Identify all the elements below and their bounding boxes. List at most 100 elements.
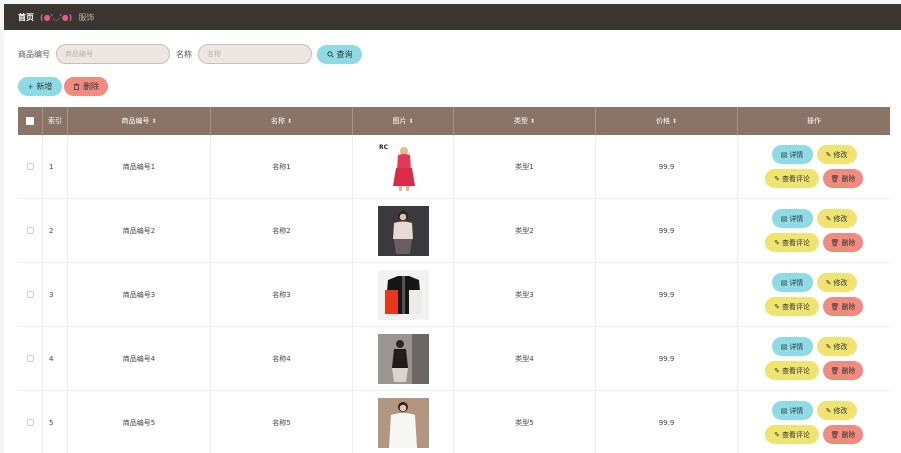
delete-row-button[interactable]: 🗑 删除: [823, 297, 863, 316]
row-select-cell[interactable]: [18, 263, 43, 326]
delete-row-button[interactable]: 🗑 删除: [823, 361, 863, 380]
product-image[interactable]: [377, 333, 429, 384]
index-value: 5: [49, 418, 54, 427]
cell-code: 商品编号4: [68, 327, 211, 390]
price-value: 99.9: [658, 226, 675, 235]
detail-button[interactable]: ▤ 详情: [771, 145, 813, 164]
product-image[interactable]: [377, 397, 429, 448]
detail-button[interactable]: ▤ 详情: [771, 337, 813, 356]
cell-price: 99.9: [596, 135, 738, 198]
type-value: 类型4: [515, 354, 534, 363]
sort-icon[interactable]: ⬍: [408, 118, 413, 125]
code-search-input[interactable]: [56, 44, 170, 64]
review-label: 查看评论: [781, 238, 810, 247]
document-icon: ▤: [780, 406, 788, 415]
add-label: 新增: [36, 82, 53, 91]
row-select-cell[interactable]: [18, 327, 43, 390]
header-price[interactable]: 价格 ⬍: [596, 107, 738, 135]
cell-index: 1: [43, 135, 68, 198]
view-reviews-button[interactable]: ✎ 查看评论: [765, 233, 819, 252]
row-checkbox[interactable]: [26, 291, 34, 298]
row-select-cell[interactable]: [18, 391, 43, 453]
sort-icon[interactable]: ⬍: [287, 118, 292, 125]
index-value: 1: [49, 162, 54, 171]
row-checkbox[interactable]: [26, 355, 34, 362]
trash-icon: 🗑: [830, 174, 840, 183]
row-select-cell[interactable]: [18, 199, 43, 262]
table-row: 4 商品编号4 名称4 类型4 99.9 ▤ 详情 ✎ 修改 ✎ 查看评论 🗑 删除: [18, 327, 890, 391]
view-reviews-button[interactable]: ✎ 查看评论: [765, 169, 819, 188]
sort-icon[interactable]: ⬍: [151, 118, 156, 125]
cell-price: 99.9: [596, 327, 738, 390]
cell-price: 99.9: [596, 391, 738, 453]
edit-label: 修改: [833, 342, 848, 351]
view-reviews-button[interactable]: ✎ 查看评论: [765, 361, 819, 380]
edit-button[interactable]: ✎ 修改: [816, 273, 857, 292]
cell-price: 99.9: [596, 263, 738, 326]
index-value: 4: [49, 354, 54, 363]
header-name[interactable]: 名称 ⬍: [211, 107, 353, 135]
detail-button[interactable]: ▤ 详情: [771, 273, 813, 292]
cell-name: 名称2: [211, 199, 353, 262]
row-checkbox[interactable]: [26, 163, 34, 170]
detail-label: 详情: [789, 406, 804, 415]
view-reviews-button[interactable]: ✎ 查看评论: [765, 425, 819, 444]
header-type[interactable]: 类型 ⬍: [454, 107, 596, 135]
cell-code: 商品编号1: [68, 135, 211, 198]
edit-button[interactable]: ✎ 修改: [816, 337, 857, 356]
pencil-icon: ✎: [825, 278, 832, 287]
sort-icon[interactable]: ⬍: [672, 118, 677, 125]
query-label: 查询: [336, 49, 353, 59]
delete-row-button[interactable]: 🗑 删除: [823, 169, 863, 188]
sort-icon[interactable]: ⬍: [530, 118, 535, 125]
delete-row-button[interactable]: 🗑 删除: [823, 233, 863, 252]
header-code[interactable]: 商品编号 ⬍: [68, 107, 211, 135]
edit-button[interactable]: ✎ 修改: [816, 209, 857, 228]
remove-label: 删除: [841, 238, 856, 247]
cell-index: 3: [43, 263, 68, 326]
view-reviews-button[interactable]: ✎ 查看评论: [765, 297, 819, 316]
header-ops-label: 操作: [807, 117, 821, 125]
add-button[interactable]: + 新增: [18, 77, 62, 96]
edit-button[interactable]: ✎ 修改: [816, 145, 857, 164]
header-select-all[interactable]: [18, 107, 43, 135]
detail-label: 详情: [789, 214, 804, 223]
cell-code: 商品编号3: [68, 263, 211, 326]
product-image[interactable]: [377, 205, 429, 256]
batch-delete-button[interactable]: 删除: [64, 77, 108, 96]
select-all-checkbox[interactable]: [26, 117, 34, 125]
detail-label: 详情: [789, 150, 804, 159]
header-type-label: 类型: [513, 117, 528, 125]
product-image[interactable]: RC: [377, 141, 429, 192]
name-label: 名称: [176, 49, 192, 59]
name-search-input[interactable]: [198, 44, 312, 64]
name-value: 名称5: [272, 418, 291, 427]
brand-logo-text: RC: [379, 144, 389, 151]
cell-type: 类型4: [454, 327, 596, 390]
header-ops: 操作: [738, 107, 890, 135]
detail-button[interactable]: ▤ 详情: [771, 209, 813, 228]
cell-name: 名称4: [211, 327, 353, 390]
pencil-icon: ✎: [774, 174, 780, 183]
cell-ops: ▤ 详情 ✎ 修改 ✎ 查看评论 🗑 删除: [738, 263, 890, 326]
cell-name: 名称1: [211, 135, 353, 198]
price-value: 99.9: [658, 162, 675, 171]
trash-icon: 🗑: [830, 366, 840, 375]
search-icon: [326, 50, 334, 58]
cell-index: 4: [43, 327, 68, 390]
code-value: 商品编号2: [122, 226, 156, 235]
review-label: 查看评论: [781, 430, 810, 439]
row-select-cell[interactable]: [18, 135, 43, 198]
edit-button[interactable]: ✎ 修改: [816, 401, 857, 420]
cell-type: 类型5: [454, 391, 596, 453]
product-image[interactable]: [377, 269, 429, 320]
row-checkbox[interactable]: [26, 419, 34, 426]
cell-image: [353, 391, 454, 453]
row-checkbox[interactable]: [26, 227, 34, 234]
delete-row-button[interactable]: 🗑 删除: [823, 425, 863, 444]
query-button[interactable]: 查询: [317, 44, 362, 64]
breadcrumb-home[interactable]: 首页: [18, 12, 34, 23]
name-value: 名称4: [272, 354, 291, 363]
header-image[interactable]: 图片 ⬍: [353, 107, 454, 135]
detail-button[interactable]: ▤ 详情: [771, 401, 813, 420]
